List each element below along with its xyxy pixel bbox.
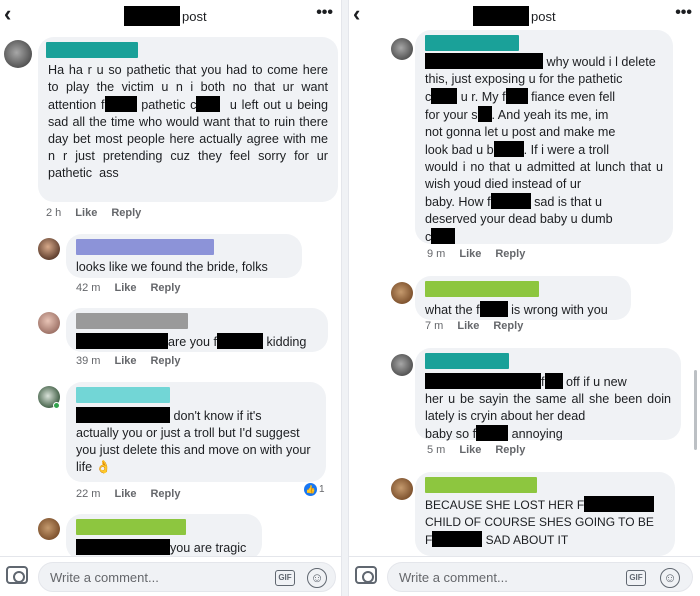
scrollbar[interactable] <box>694 370 697 450</box>
comment-meta: 7 m Like Reply <box>425 320 523 332</box>
more-options-icon[interactable]: ••• <box>675 4 692 22</box>
commenter-name[interactable] <box>46 42 138 58</box>
comment-text: what the f is wrong with you <box>425 301 608 317</box>
timestamp: 22 m <box>76 488 101 500</box>
comment-meta: 42 m Like Reply <box>76 282 180 294</box>
comment-bubble: BECAUSE SHE LOST HER F CHILD OF COURSE S… <box>415 472 675 556</box>
reply-button[interactable]: Reply <box>150 355 180 367</box>
avatar[interactable] <box>391 282 413 304</box>
avatar[interactable] <box>38 518 60 540</box>
avatar[interactable] <box>391 478 413 500</box>
post-title: post <box>124 5 207 27</box>
avatar[interactable] <box>4 40 32 68</box>
reply-button[interactable]: Reply <box>111 207 141 219</box>
comment-text: Ha ha r u so pathetic that you had to co… <box>48 63 332 180</box>
gif-icon[interactable]: GIF <box>626 570 646 586</box>
timestamp: 2 h <box>46 207 62 219</box>
timestamp: 7 m <box>425 320 444 332</box>
commenter-name[interactable] <box>76 239 214 255</box>
comment-bubble: Ha ha r u so pathetic that you had to co… <box>38 37 338 202</box>
avatar[interactable] <box>391 38 413 60</box>
comment-input[interactable]: Write a comment... GIF ☺ <box>38 562 336 592</box>
like-button[interactable]: Like <box>459 444 481 456</box>
commenter-name[interactable] <box>425 281 539 297</box>
redacted-name <box>124 6 180 26</box>
avatar[interactable] <box>38 312 60 334</box>
timestamp: 39 m <box>76 355 101 367</box>
comment-text: BECAUSE SHE LOST HER F CHILD OF COURSE S… <box>425 496 655 547</box>
back-arrow-icon[interactable]: ‹ <box>353 2 360 26</box>
reply-button[interactable]: Reply <box>150 282 180 294</box>
right-screenshot-panel: ‹ post ••• why would i l delete this, ju… <box>348 0 700 596</box>
comment-input-placeholder: Write a comment... <box>50 570 159 585</box>
camera-icon[interactable] <box>6 566 28 584</box>
timestamp: 9 m <box>427 248 446 260</box>
title-text: post <box>182 8 207 24</box>
comment-text: you are tragic <box>76 539 252 557</box>
timestamp: 5 m <box>427 444 446 456</box>
post-title: post <box>473 5 556 27</box>
reply-button[interactable]: Reply <box>495 444 525 456</box>
comment-input[interactable]: Write a comment... GIF ☺ <box>387 562 693 592</box>
online-status-dot <box>53 402 60 409</box>
like-button[interactable]: Like <box>114 282 136 294</box>
comment-bubble: why would i l delete this, just exposing… <box>415 30 673 244</box>
left-screenshot-panel: ‹ post ••• Ha ha r u so pathetic that yo… <box>0 0 342 596</box>
like-button[interactable]: Like <box>459 248 481 260</box>
reply-button[interactable]: Reply <box>493 320 523 332</box>
emoji-icon[interactable]: ☺ <box>307 568 327 588</box>
comment-bubble: are you f kidding <box>66 308 328 352</box>
comment-text: don't know if it's actually you or just … <box>76 407 315 474</box>
comment-meta: 5 m Like Reply <box>427 444 525 456</box>
commenter-name[interactable] <box>76 387 170 403</box>
comment-bubble: don't know if it's actually you or just … <box>66 382 326 482</box>
like-button[interactable]: Like <box>75 207 97 219</box>
avatar[interactable] <box>391 354 413 376</box>
commenter-name[interactable] <box>425 353 509 369</box>
like-button[interactable]: Like <box>457 320 479 332</box>
comment-text: are you f kidding <box>76 333 318 351</box>
camera-icon[interactable] <box>355 566 377 584</box>
top-bar: ‹ post ••• <box>349 0 700 30</box>
comment-meta: 9 m Like Reply <box>427 248 525 260</box>
comment-meta: 2 h Like Reply <box>46 207 141 219</box>
reaction-count[interactable]: 👍 1 <box>304 483 325 496</box>
like-button[interactable]: Like <box>114 488 136 500</box>
comment-text: why would i l delete this, just exposing… <box>425 53 667 244</box>
like-reaction-icon: 👍 <box>304 483 317 496</box>
comment-bubble: what the f is wrong with you <box>415 276 631 320</box>
comment-meta: 22 m Like Reply <box>76 488 180 500</box>
commenter-name[interactable] <box>425 35 519 51</box>
more-options-icon[interactable]: ••• <box>316 4 333 22</box>
back-arrow-icon[interactable]: ‹ <box>4 2 11 26</box>
like-button[interactable]: Like <box>114 355 136 367</box>
commenter-name[interactable] <box>76 313 188 329</box>
redacted-name <box>473 6 529 26</box>
gif-icon[interactable]: GIF <box>275 570 295 586</box>
comment-composer: Write a comment... GIF ☺ <box>349 556 700 596</box>
avatar[interactable] <box>38 238 60 260</box>
comment-text: f off if u new her u be sayin the same a… <box>425 373 675 441</box>
comment-bubble: you are tragic <box>66 514 262 560</box>
comment-bubble: looks like we found the bride, folks <box>66 234 302 278</box>
top-bar: ‹ post ••• <box>0 0 341 30</box>
reply-button[interactable]: Reply <box>495 248 525 260</box>
comment-meta: 39 m Like Reply <box>76 355 180 367</box>
comment-input-placeholder: Write a comment... <box>399 570 508 585</box>
emoji-icon[interactable]: ☺ <box>660 568 680 588</box>
comment-bubble: f off if u new her u be sayin the same a… <box>415 348 681 441</box>
comment-composer: Write a comment... GIF ☺ <box>0 556 341 596</box>
reply-button[interactable]: Reply <box>150 488 180 500</box>
comment-text: looks like we found the bride, folks <box>76 260 268 274</box>
title-text: post <box>531 8 556 24</box>
commenter-name[interactable] <box>76 519 186 535</box>
commenter-name[interactable] <box>425 477 537 493</box>
timestamp: 42 m <box>76 282 101 294</box>
